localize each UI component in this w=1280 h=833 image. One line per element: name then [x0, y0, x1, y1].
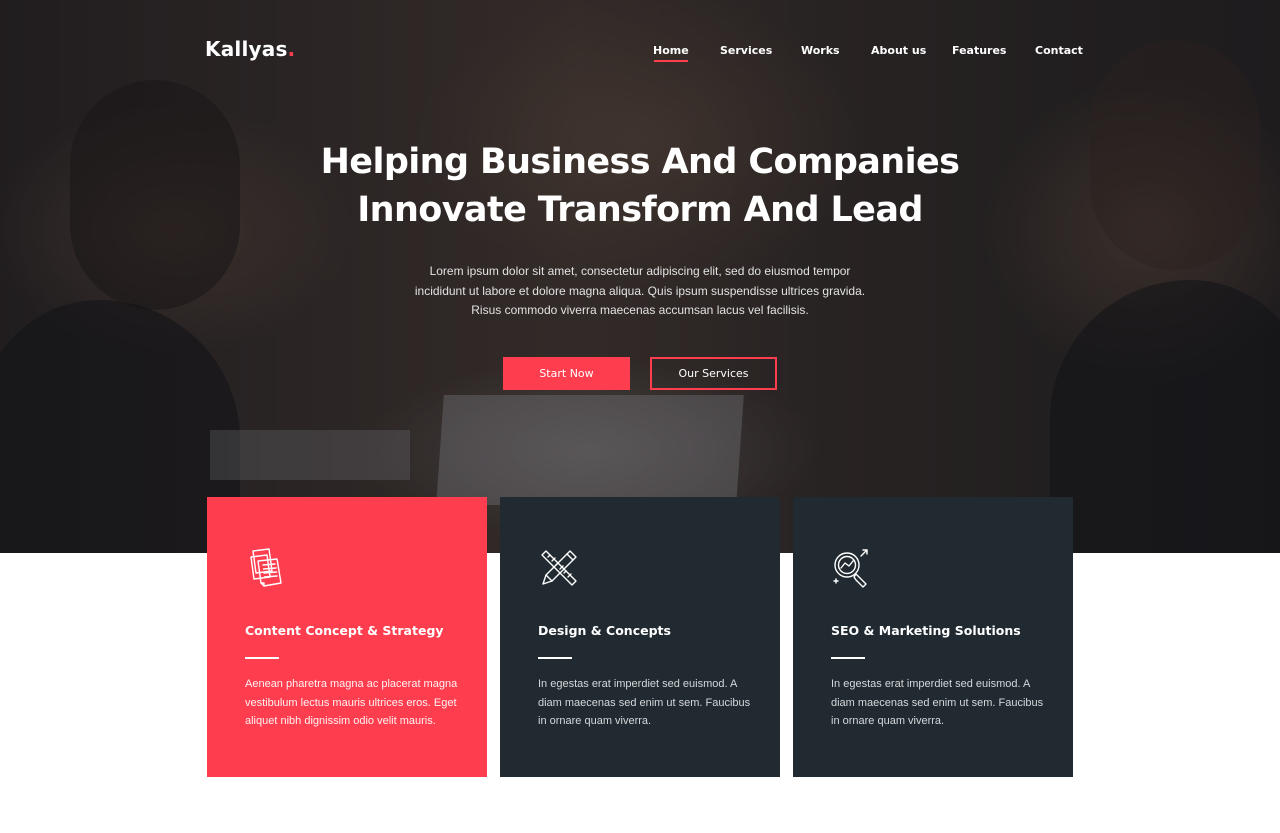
documents-icon: [250, 548, 282, 587]
nav-item-about-us[interactable]: About us: [871, 44, 926, 57]
nav-item-home[interactable]: Home: [653, 44, 689, 62]
feature-card-text: Aenean pharetra magna ac placerat magna …: [245, 678, 458, 727]
hero-title: Helping Business And Companies Innovate …: [0, 138, 1280, 234]
ruler-pencil-icon: [541, 550, 577, 586]
feature-card-text: In egestas erat imperdiet sed euismod. A…: [831, 678, 1044, 727]
feature-card-divider: [538, 657, 572, 659]
feature-card-divider: [245, 657, 279, 659]
feature-card-text: In egestas erat imperdiet sed euismod. A…: [538, 678, 751, 727]
feature-card-title: Design & Concepts: [538, 623, 671, 638]
our-services-button[interactable]: Our Services: [650, 357, 777, 390]
feature-card-design-concepts[interactable]: Design & Concepts In egestas erat imperd…: [500, 497, 780, 777]
nav-item-features[interactable]: Features: [952, 44, 1006, 57]
hero-section: Kallyas. Home Services Works About us Fe…: [0, 0, 1280, 553]
feature-card-title: Content Concept & Strategy: [245, 623, 444, 638]
hero-title-line-2: Innovate Transform And Lead: [357, 190, 923, 230]
start-now-button[interactable]: Start Now: [503, 357, 630, 390]
nav-item-services[interactable]: Services: [720, 44, 772, 57]
feature-card-divider: [831, 657, 865, 659]
feature-card-content-strategy[interactable]: Content Concept & Strategy Aenean pharet…: [207, 497, 487, 777]
nav-item-works[interactable]: Works: [801, 44, 840, 57]
main-nav: Home Services Works About us Features Co…: [0, 44, 1280, 64]
feature-card-seo-marketing[interactable]: SEO & Marketing Solutions In egestas era…: [793, 497, 1073, 777]
seo-magnifier-icon: [833, 549, 868, 588]
hero-title-line-1: Helping Business And Companies: [320, 142, 960, 182]
nav-item-contact[interactable]: Contact: [1035, 44, 1083, 57]
hero-description: Lorem ipsum dolor sit amet, consectetur …: [414, 264, 866, 317]
feature-card-title: SEO & Marketing Solutions: [831, 623, 1021, 638]
